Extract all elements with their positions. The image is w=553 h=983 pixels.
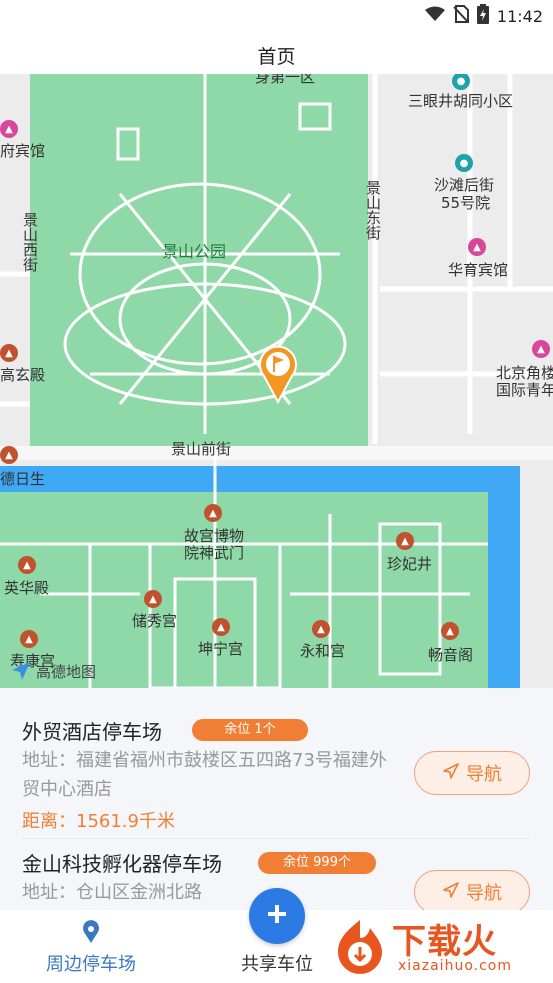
availability-badge: 余位 1个 [192, 719, 308, 741]
app-header: 首页 [0, 32, 553, 74]
map-label: 德日生 [0, 470, 46, 488]
divider [22, 838, 531, 839]
watermark-text: 下载火 [392, 922, 497, 962]
poi-theater-icon[interactable]: ▲ [441, 622, 459, 640]
navigate-button[interactable]: 导航 [414, 751, 530, 795]
availability-badge: 余位 999个 [258, 852, 376, 874]
map-label: 沙滩后街 [434, 176, 495, 194]
watermark-logo-icon [330, 916, 390, 980]
poi-palace-icon[interactable]: ▲ [312, 620, 330, 638]
poi-hotel-icon[interactable]: ▲ [468, 238, 486, 256]
plus-icon [266, 903, 288, 929]
parking-name: 外贸酒店停车场 [22, 720, 162, 744]
map-label: 三眼井胡同小区 [408, 92, 514, 110]
map-pin-icon [82, 920, 100, 948]
navigate-button[interactable]: 导航 [414, 870, 530, 910]
poi-temple-icon[interactable]: ▲ [0, 344, 18, 362]
no-sim-icon [453, 5, 469, 27]
map-label: 华育宾馆 [448, 261, 509, 279]
poi-hall-icon[interactable]: ▲ [18, 556, 36, 574]
location-pin-icon[interactable] [258, 344, 298, 404]
map-label: 英华殿 [4, 579, 50, 597]
map-logo-text: 高德地图 [36, 662, 97, 681]
map-label: 畅音阁 [428, 646, 474, 664]
map-label: 国际青年 [496, 381, 553, 399]
battery-icon [476, 4, 489, 28]
map-label: 北京角楼 [496, 364, 553, 382]
status-bar: 11:42 [0, 0, 553, 32]
map-label: 身第一区 [255, 74, 316, 86]
navigate-label: 导航 [466, 883, 502, 904]
map-label-street: 景山前街 [171, 440, 232, 458]
map-label: 院神武门 [184, 544, 245, 562]
map-label: 储秀宫 [132, 612, 178, 630]
tab-label: 周边停车场 [46, 954, 136, 975]
map-label: 永和宫 [300, 642, 346, 660]
watermark: 下载火 xiazaihuo.com [330, 910, 553, 983]
map-view[interactable]: ● ▲ ● ▲ ▲ ▲ ▲ ▲ ▲ ▲ ▲ ▲ ▲ ▲ ▲ 身第一区 三眼井胡同… [0, 74, 553, 688]
poi-palace-icon[interactable]: ▲ [144, 590, 162, 608]
status-icons: 11:42 [424, 4, 543, 28]
map-label: 坤宁宫 [198, 640, 244, 658]
poi-hostel-icon[interactable]: ▲ [532, 340, 550, 358]
list-item[interactable]: 外贸酒店停车场 余位 1个 地址：福建省福州市鼓楼区五四路73号福建外贸中心酒店… [0, 688, 553, 840]
wifi-icon [424, 6, 445, 26]
poi-palace-icon[interactable]: ▲ [212, 618, 230, 636]
map-label: 55号院 [441, 194, 491, 212]
map-label-park: 景山公园 [162, 242, 227, 261]
status-time: 11:42 [496, 6, 543, 26]
parking-address: 地址：福建省福州市鼓楼区五四路73号福建外贸中心酒店 [22, 750, 387, 800]
poi-museum-icon[interactable]: ▲ [204, 504, 222, 522]
navigation-arrow-icon [442, 762, 460, 785]
poi-residence-icon[interactable]: ● [455, 154, 473, 172]
navigation-arrow-icon [442, 881, 460, 904]
map-provider-logo: 高德地图 [10, 660, 96, 682]
poi-well-icon[interactable]: ▲ [396, 532, 414, 550]
parking-address: 地址：仓山区金洲北路 [22, 882, 202, 903]
navigate-label: 导航 [466, 764, 502, 785]
parking-list[interactable]: 外贸酒店停车场 余位 1个 地址：福建省福州市鼓楼区五四路73号福建外贸中心酒店… [0, 688, 553, 910]
map-label: 珍妃井 [387, 555, 433, 573]
page-title: 首页 [257, 46, 296, 68]
add-share-button[interactable] [249, 888, 305, 944]
map-label: 府宾馆 [0, 142, 46, 160]
map-label: 故宫博物 [184, 527, 245, 545]
location-arrow-icon[interactable] [10, 660, 32, 682]
watermark-url: xiazaihuo.com [398, 958, 512, 974]
parking-name: 金山科技孵化器停车场 [22, 852, 222, 876]
map-label: 高玄殿 [0, 366, 46, 384]
poi-palace-icon[interactable]: ▲ [20, 630, 38, 648]
tab-nearby-parking[interactable]: 周边停车场 [16, 910, 166, 983]
map-label: 景山东街 [364, 180, 382, 240]
poi-temple-icon[interactable]: ▲ [0, 446, 18, 464]
poi-hotel-icon[interactable]: ▲ [0, 120, 18, 138]
map-label: 景山西街 [21, 212, 39, 272]
parking-distance: 距离：1561.9千米 [22, 811, 175, 832]
